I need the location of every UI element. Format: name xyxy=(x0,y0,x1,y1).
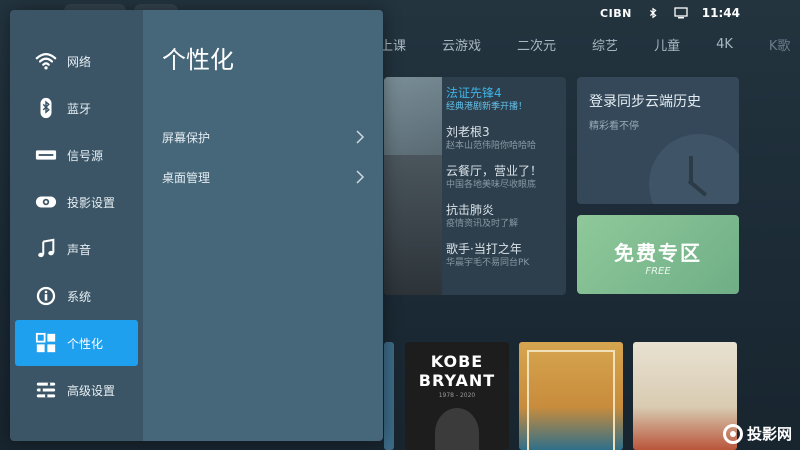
featured-entry-subtitle: 中国各地美味尽收眼底 xyxy=(446,180,537,190)
settings-panel: 网络 蓝牙 信号源 投影设置 声音 系统 个性化 高级设置 个性化 屏幕保护 桌… xyxy=(10,10,383,441)
settings-row-label: 屏幕保护 xyxy=(162,130,211,145)
poster-years: 1978 - 2020 xyxy=(438,392,476,399)
nav-item-anime[interactable]: 二次元 xyxy=(517,35,572,54)
poster-title: BRYANT xyxy=(418,371,496,390)
featured-entry-title: 抗击肺炎 xyxy=(446,203,495,217)
nav-item-variety[interactable]: 综艺 xyxy=(592,35,634,54)
brand-label: CIBN xyxy=(600,6,632,20)
nav-item-class[interactable]: 上课 xyxy=(380,35,422,54)
featured-entry-subtitle: 赵本山范伟陪你哈哈哈 xyxy=(446,141,537,151)
music-note-icon xyxy=(35,238,57,260)
poster[interactable] xyxy=(384,342,394,450)
featured-entry-subtitle: 经典港剧新季开播！ xyxy=(446,102,528,112)
featured-entry[interactable]: 刘老根3 赵本山范伟陪你哈哈哈 xyxy=(446,124,560,152)
featured-entry-title: 云餐厅，营业了！ xyxy=(446,164,543,178)
featured-entry[interactable]: 云餐厅，营业了！ 中国各地美味尽收眼底 xyxy=(446,163,560,191)
settings-row-label: 桌面管理 xyxy=(162,170,211,185)
featured-entry-title: 刘老根3 xyxy=(446,125,490,139)
free-zone-subtitle: FREE xyxy=(645,266,671,277)
free-zone-title: 免费专区 xyxy=(614,241,702,265)
sidebar-item-label: 蓝牙 xyxy=(67,101,92,116)
info-icon xyxy=(35,285,57,307)
sidebar-item-bluetooth[interactable]: 蓝牙 xyxy=(15,85,138,131)
poster-frame xyxy=(527,350,615,450)
sidebar-item-system[interactable]: 系统 xyxy=(15,273,138,319)
page-title: 个性化 xyxy=(162,46,234,74)
settings-sidebar: 网络 蓝牙 信号源 投影设置 声音 系统 个性化 高级设置 xyxy=(10,10,143,441)
grid-icon xyxy=(35,332,57,354)
sidebar-item-sound[interactable]: 声音 xyxy=(15,226,138,272)
sidebar-item-label: 高级设置 xyxy=(67,383,116,398)
sidebar-item-label: 声音 xyxy=(67,242,92,257)
nav-item-cloud-games[interactable]: 云游戏 xyxy=(442,35,497,54)
category-nav: 上课 云游戏 二次元 综艺 儿童 4K K歌 xyxy=(380,34,790,54)
poster-kobe[interactable]: KOBE BRYANT 1978 - 2020 xyxy=(405,342,509,450)
poster-portrait xyxy=(435,408,479,450)
nav-item-karaoke[interactable]: K歌 xyxy=(769,35,800,54)
featured-card[interactable]: 法证先锋4 经典港剧新季开播！ 刘老根3 赵本山范伟陪你哈哈哈 云餐厅，营业了！… xyxy=(384,77,566,295)
signal-source-icon xyxy=(35,144,57,166)
history-title: 登录同步云端历史 xyxy=(589,94,701,110)
featured-entry-subtitle: 华晨宇毛不易同台PK xyxy=(446,258,530,268)
featured-photo xyxy=(384,77,442,295)
settings-detail: 个性化 屏幕保护 桌面管理 xyxy=(143,10,383,441)
logo-name: 投影网 xyxy=(746,425,792,443)
sidebar-item-label: 信号源 xyxy=(67,148,104,163)
nav-item-4k[interactable]: 4K xyxy=(716,37,749,52)
sidebar-item-signal-source[interactable]: 信号源 xyxy=(15,132,138,178)
sidebar-item-network[interactable]: 网络 xyxy=(15,38,138,84)
wifi-icon xyxy=(35,50,57,72)
sidebar-item-label: 网络 xyxy=(67,54,92,69)
featured-entry[interactable]: 歌手·当打之年 华晨宇毛不易同台PK xyxy=(446,241,560,269)
sliders-icon xyxy=(35,379,57,401)
chevron-right-icon xyxy=(355,130,365,144)
bluetooth-icon xyxy=(646,7,660,19)
featured-entry[interactable]: 抗击肺炎 疫情资讯及时了解 xyxy=(446,202,560,230)
sidebar-item-label: 个性化 xyxy=(67,336,104,351)
featured-entry-subtitle: 疫情资讯及时了解 xyxy=(446,219,519,229)
poster-title: KOBE xyxy=(430,352,484,371)
projector-icon xyxy=(35,191,57,213)
bluetooth-icon xyxy=(35,97,57,119)
poster[interactable] xyxy=(633,342,737,450)
nav-item-kids[interactable]: 儿童 xyxy=(654,35,696,54)
status-bar: CIBN 11:44 xyxy=(600,4,740,22)
featured-entry[interactable]: 法证先锋4 经典港剧新季开播！ xyxy=(446,85,560,113)
settings-row-desktop-management[interactable]: 桌面管理 xyxy=(162,157,365,197)
history-subtitle: 精彩看不停 xyxy=(589,121,639,132)
featured-entry-title: 歌手·当打之年 xyxy=(446,242,522,256)
sidebar-item-label: 系统 xyxy=(67,289,92,304)
settings-row-screensaver[interactable]: 屏幕保护 xyxy=(162,117,365,157)
sidebar-item-personalization[interactable]: 个性化 xyxy=(15,320,138,366)
featured-entry-title: 法证先锋4 xyxy=(446,86,502,100)
sidebar-item-advanced[interactable]: 高级设置 xyxy=(15,367,138,413)
featured-list: 法证先锋4 经典港剧新季开播！ 刘老根3 赵本山范伟陪你哈哈哈 云餐厅，营业了！… xyxy=(446,85,560,280)
watermark-logo: 投影网 xyxy=(722,423,792,444)
chevron-right-icon xyxy=(355,170,365,184)
sidebar-item-projection[interactable]: 投影设置 xyxy=(15,179,138,225)
sidebar-item-label: 投影设置 xyxy=(67,195,116,210)
cloud-history-card[interactable]: 登录同步云端历史 精彩看不停 xyxy=(577,77,739,204)
clock-time: 11:44 xyxy=(701,6,740,20)
clock-icon xyxy=(649,134,739,204)
poster[interactable] xyxy=(519,342,623,450)
logo-icon xyxy=(722,423,743,444)
monitor-icon xyxy=(674,7,688,19)
free-zone-card[interactable]: 免费专区 FREE xyxy=(577,215,739,294)
